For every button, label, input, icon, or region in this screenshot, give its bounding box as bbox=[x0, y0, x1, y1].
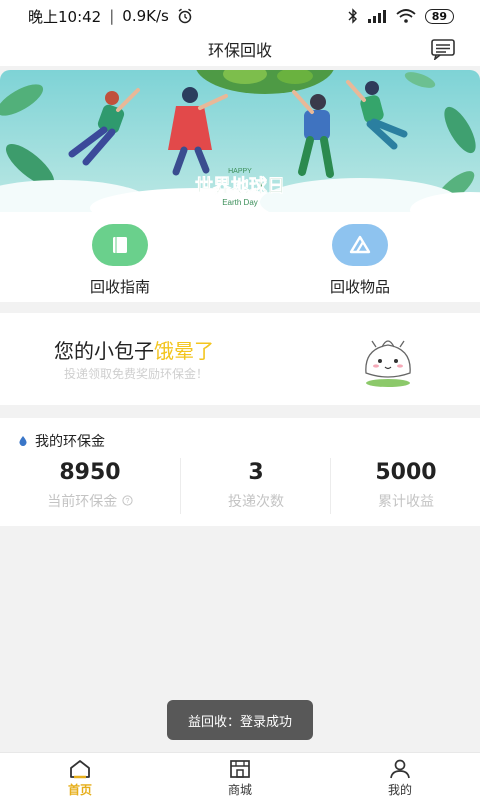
water-drop-icon bbox=[19, 436, 27, 446]
stat-delivery-count[interactable]: 3 投递次数 bbox=[181, 460, 331, 511]
page-title: 环保回收 bbox=[207, 41, 272, 60]
wifi-icon bbox=[396, 9, 416, 23]
status-time: 晚上10:42 bbox=[28, 7, 102, 26]
banner-illustration: HAPPY 世界地球日 Earth Day bbox=[0, 70, 480, 212]
wallet-card: 我的环保金 8950 当前环保金 ? 3 投递次数 5000 累计收益 bbox=[0, 418, 480, 526]
status-separator: | bbox=[109, 7, 115, 25]
tab-shop[interactable]: 商城 bbox=[200, 759, 280, 798]
tab-mine[interactable]: 我的 bbox=[360, 759, 440, 798]
message-icon[interactable] bbox=[430, 38, 456, 60]
stat-value: 5000 bbox=[375, 460, 437, 485]
tab-home[interactable]: 首页 bbox=[40, 759, 120, 798]
banner-title: 世界地球日 bbox=[195, 175, 285, 197]
recycle-items-label: 回收物品 bbox=[329, 278, 390, 296]
bottom-tab-bar: 首页 商城 我的 bbox=[0, 752, 480, 800]
user-icon bbox=[390, 759, 410, 779]
promo-subtitle: 投递领取免费奖励环保金！ bbox=[64, 367, 209, 381]
promo-title-accent: 饿晕了 bbox=[154, 339, 214, 363]
banner-small-text: HAPPY bbox=[228, 168, 252, 175]
promo-title-prefix: 您的小包子 bbox=[54, 339, 154, 363]
drive-triangle-icon bbox=[332, 224, 388, 266]
stat-label: 投递次数 bbox=[228, 494, 284, 510]
signal-icon bbox=[367, 10, 386, 23]
recycle-guide-label: 回收指南 bbox=[89, 278, 150, 296]
svg-text:?: ? bbox=[125, 498, 129, 505]
wallet-heading-text: 我的环保金 bbox=[35, 434, 105, 450]
shop-icon bbox=[230, 760, 250, 778]
banner-subtitle: Earth Day bbox=[222, 198, 258, 207]
stat-current-balance[interactable]: 8950 当前环保金 ? bbox=[15, 460, 165, 511]
battery-indicator: 89 bbox=[424, 8, 454, 24]
status-bar: 晚上10:42 | 0.9K/s 89 bbox=[0, 0, 480, 32]
book-icon bbox=[92, 224, 148, 266]
network-speed: 0.9K/s bbox=[122, 7, 169, 25]
tab-home-label: 首页 bbox=[67, 783, 92, 797]
stat-value: 8950 bbox=[59, 460, 121, 485]
recycle-items-button[interactable]: 回收物品 bbox=[300, 224, 420, 297]
quick-menu: 回收指南 回收物品 bbox=[0, 212, 480, 302]
stat-label-text: 当前环保金 bbox=[47, 494, 118, 510]
stat-label: 累计收益 bbox=[378, 494, 434, 510]
stat-label: 当前环保金 ? bbox=[15, 491, 165, 511]
bun-mascot-icon bbox=[365, 340, 411, 387]
earth-day-banner[interactable]: HAPPY 世界地球日 Earth Day bbox=[0, 70, 480, 212]
bluetooth-icon bbox=[348, 8, 357, 24]
promo-title: 您的小包子饿晕了 bbox=[54, 335, 214, 364]
home-icon bbox=[70, 760, 90, 779]
tab-mine-label: 我的 bbox=[387, 783, 412, 797]
title-bar: 环保回收 bbox=[0, 32, 480, 66]
promo-card[interactable]: 您的小包子饿晕了 投递领取免费奖励环保金！ bbox=[0, 313, 480, 405]
wallet-heading: 我的环保金 bbox=[18, 431, 105, 451]
stat-value: 3 bbox=[248, 460, 264, 485]
help-icon[interactable]: ? bbox=[122, 495, 133, 506]
login-toast: 益回收：登录成功 bbox=[167, 700, 313, 740]
recycle-guide-button[interactable]: 回收指南 bbox=[60, 224, 180, 297]
tab-shop-label: 商城 bbox=[227, 783, 252, 797]
alarm-icon bbox=[178, 8, 192, 24]
stat-total-earnings[interactable]: 5000 累计收益 bbox=[331, 460, 480, 511]
